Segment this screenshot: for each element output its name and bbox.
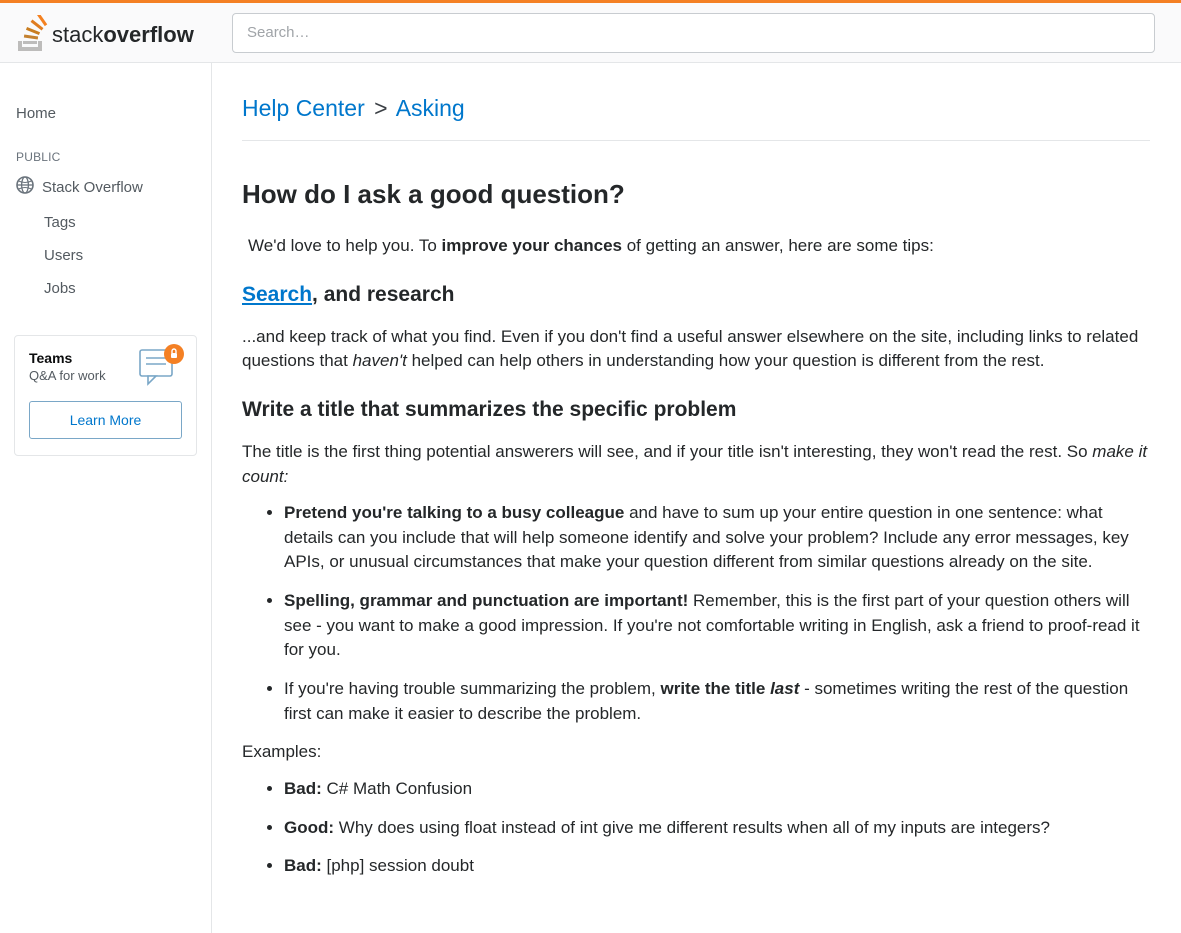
globe-icon — [16, 176, 34, 198]
sidebar-item-jobs[interactable]: Jobs — [0, 272, 211, 305]
title-paragraph: The title is the first thing potential a… — [242, 440, 1150, 489]
tips-list: Pretend you're talking to a busy colleag… — [242, 501, 1150, 726]
intro-text-bold: improve your chances — [442, 236, 622, 255]
sidebar-item-label: Stack Overflow — [42, 179, 143, 196]
learn-more-button[interactable]: Learn More — [29, 401, 182, 439]
example-item: Bad: C# Math Confusion — [284, 777, 1150, 802]
tip-prefix: If you're having trouble summarizing the… — [284, 679, 660, 698]
intro-paragraph: We'd love to help you. To improve your c… — [242, 234, 1150, 259]
tip-item: Pretend you're talking to a busy colleag… — [284, 501, 1150, 575]
sidebar: Home PUBLIC Stack Overflow Tags Users Jo… — [0, 63, 212, 933]
title-heading: Write a title that summarizes the specif… — [242, 398, 1150, 422]
breadcrumb-asking[interactable]: Asking — [396, 95, 465, 121]
sidebar-home[interactable]: Home — [0, 95, 211, 132]
tip-bold-italic: last — [770, 679, 799, 698]
stackoverflow-logo-icon: stackoverflow — [16, 15, 204, 51]
teams-icon — [134, 344, 186, 390]
breadcrumb-separator: > — [371, 95, 390, 121]
teams-card: Teams Q&A for work Learn More — [14, 335, 197, 456]
tip-item: If you're having trouble summarizing the… — [284, 677, 1150, 726]
tip-item: Spelling, grammar and punctuation are im… — [284, 589, 1150, 663]
sidebar-item-tags[interactable]: Tags — [0, 206, 211, 239]
example-label: Bad: — [284, 856, 322, 875]
intro-text-before: We'd love to help you. To — [248, 236, 442, 255]
sidebar-item-users[interactable]: Users — [0, 239, 211, 272]
svg-text:stackoverflow: stackoverflow — [52, 22, 195, 47]
sidebar-section-public: PUBLIC — [0, 132, 211, 168]
search-heading-rest: , and research — [312, 283, 454, 306]
article: How do I ask a good question? We'd love … — [242, 179, 1150, 879]
main-content: Help Center > Asking How do I ask a good… — [212, 63, 1180, 933]
title-para-before: The title is the first thing potential a… — [242, 442, 1092, 461]
logo[interactable]: stackoverflow — [16, 15, 204, 51]
search-para-after: helped can help others in understanding … — [407, 351, 1045, 370]
example-item: Good: Why does using float instead of in… — [284, 816, 1150, 841]
search-input[interactable] — [232, 13, 1155, 53]
example-text: Why does using float instead of int give… — [334, 818, 1050, 837]
example-label: Bad: — [284, 779, 322, 798]
search-wrap — [218, 13, 1169, 53]
tip-bold: Pretend you're talking to a busy colleag… — [284, 503, 624, 522]
example-text: [php] session doubt — [322, 856, 474, 875]
sidebar-item-stackoverflow[interactable]: Stack Overflow — [0, 168, 211, 206]
tip-bold: write the title — [660, 679, 770, 698]
intro-text-after: of getting an answer, here are some tips… — [622, 236, 934, 255]
example-item: Bad: [php] session doubt — [284, 854, 1150, 879]
page-title: How do I ask a good question? — [242, 179, 1150, 210]
search-paragraph: ...and keep track of what you find. Even… — [242, 325, 1150, 374]
header: stackoverflow — [0, 3, 1181, 63]
breadcrumb-help-center[interactable]: Help Center — [242, 95, 365, 121]
search-link[interactable]: Search — [242, 283, 312, 306]
example-label: Good: — [284, 818, 334, 837]
breadcrumb: Help Center > Asking — [242, 95, 1150, 141]
examples-label: Examples: — [242, 740, 1150, 765]
tip-bold: Spelling, grammar and punctuation are im… — [284, 591, 688, 610]
examples-list: Bad: C# Math Confusion Good: Why does us… — [242, 777, 1150, 879]
search-heading: Search, and research — [242, 283, 1150, 307]
example-text: C# Math Confusion — [322, 779, 472, 798]
search-para-italic: haven't — [353, 351, 407, 370]
